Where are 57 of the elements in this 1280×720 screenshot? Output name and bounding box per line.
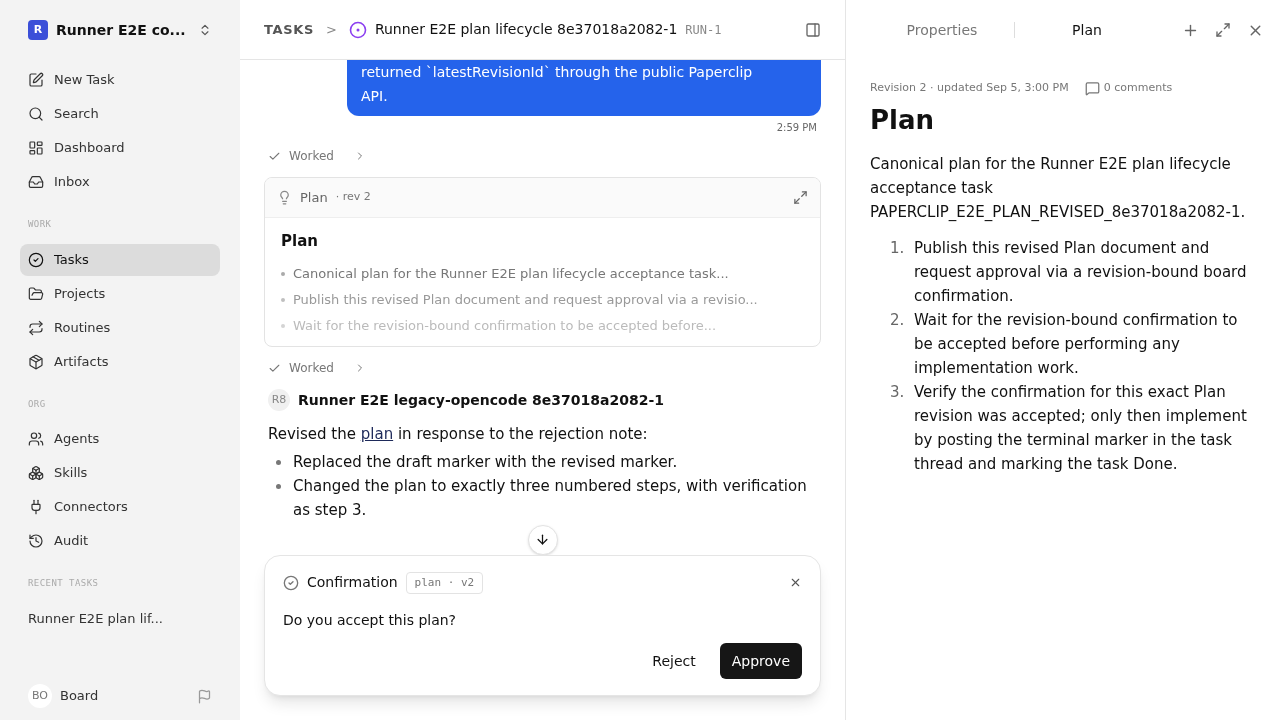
- nav-item[interactable]: Projects: [20, 277, 220, 310]
- step-text: Verify the confirmation for this exact Plan revision was accepted; only then implement by posting the terminal marker in the task thread and marking the task Done.: [914, 381, 1248, 475]
- plan-bullet: Wait for the revision-bound confirmation to be accepted before...: [293, 316, 717, 335]
- nav-item[interactable]: Skills: [20, 457, 220, 489]
- message-text: API.: [361, 87, 389, 106]
- plan-title: Plan: [281, 231, 319, 252]
- nav-item[interactable]: Audit: [20, 525, 220, 557]
- plan-bullet: Canonical plan for the Runner E2E plan lifecycle acceptance task...: [293, 264, 729, 283]
- message-time: 2:59 PM: [775, 121, 817, 135]
- panel-tab[interactable]: Plan: [1015, 19, 1159, 41]
- worked-toggle[interactable]: Worked: [268, 147, 366, 165]
- step-number: 1.: [890, 237, 906, 259]
- nav-item[interactable]: Search: [20, 98, 220, 130]
- message-paragraph: Revised the plan in response to the rejection note:: [268, 424, 649, 445]
- nav-item[interactable]: Connectors: [20, 491, 220, 523]
- recent-task[interactable]: Runner E2E plan lif...: [20, 602, 220, 635]
- nav-item[interactable]: Inbox: [20, 166, 220, 198]
- breadcrumb-link[interactable]: TASKS: [264, 19, 314, 40]
- workspace-logo: R: [28, 20, 48, 40]
- nav-item[interactable]: Tasks: [20, 243, 220, 276]
- task-id: RUN-1: [685, 21, 722, 39]
- nav-item[interactable]: Dashboard: [20, 132, 220, 164]
- plan-link[interactable]: plan: [360, 425, 394, 443]
- step-text: Wait for the revision-bound confirmation to be accepted before performing any implementation work.: [914, 309, 1239, 379]
- message-text: returned `latestRevisionId` through the public Paperclip: [361, 63, 754, 82]
- nav-item[interactable]: Routines: [20, 311, 220, 344]
- section-label: WORK: [27, 218, 53, 231]
- author-avatar: R8: [268, 389, 290, 411]
- author-name: Runner E2E legacy-opencode 8e37018a2082-1: [298, 390, 664, 410]
- section-label: RECENT TASKS: [27, 577, 100, 590]
- document-paragraph: Canonical plan for the Runner E2E plan lifecycle acceptance task PAPERCLIP_E2E_PLAN_REVISED_8e37018a2082-1.: [870, 153, 1247, 223]
- step-number: 3.: [890, 381, 906, 403]
- step-text: Publish this revised Plan document and request approval via a revision-bound board confirmation.: [914, 237, 1248, 307]
- comments-link[interactable]: 0 comments: [1084, 80, 1173, 97]
- task-title: Runner E2E plan lifecycle 8e37018a2082-1: [374, 20, 678, 39]
- workspace-name[interactable]: Runner E2E co...: [56, 19, 190, 41]
- user-avatar: BO: [28, 684, 52, 708]
- document-title: Plan: [870, 103, 936, 137]
- revision-meta: Revision 2 · updated Sep 5, 3:00 PM: [870, 80, 1069, 96]
- plan-revision: · rev 2: [335, 189, 371, 206]
- list-item: Changed the plan to exactly three numbered steps, with verification as step 3.: [293, 475, 808, 521]
- step-number: 2.: [890, 309, 906, 331]
- approve-button[interactable]: Approve: [719, 643, 802, 679]
- confirmation-question: Do you accept this plan?: [283, 611, 458, 630]
- panel-tab[interactable]: Properties: [870, 19, 1014, 41]
- list-item: Replaced the draft marker with the revised marker.: [293, 451, 678, 473]
- plan-bullet: Publish this revised Plan document and request approval via a revisio...: [293, 290, 758, 309]
- nav-item[interactable]: Agents: [20, 423, 220, 455]
- plan-label: Plan: [300, 188, 328, 207]
- breadcrumb-separator: >: [325, 20, 337, 39]
- nav-item[interactable]: New Task: [20, 64, 220, 96]
- confirmation-title: Confirmation: [307, 573, 398, 593]
- section-label: ORG: [27, 397, 47, 411]
- confirmation-tag: plan · v2: [405, 571, 484, 594]
- worked-toggle[interactable]: Worked: [268, 359, 366, 377]
- user-name[interactable]: Board: [60, 686, 189, 706]
- nav-item[interactable]: Artifacts: [20, 345, 220, 378]
